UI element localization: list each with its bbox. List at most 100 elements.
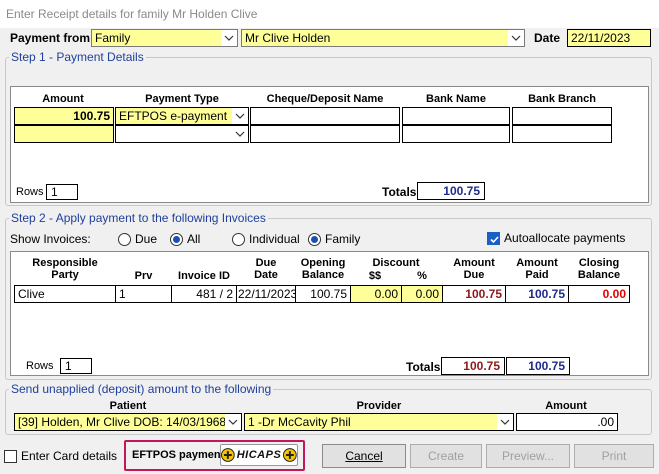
invoice-id-cell[interactable]: 481 / 2 xyxy=(171,285,237,303)
amount-due-cell[interactable]: 100.75 xyxy=(442,285,506,303)
payment-from-label: Payment from xyxy=(10,31,91,45)
col-discount-header: Discount xyxy=(372,257,420,269)
cheque-name-cell[interactable] xyxy=(250,107,400,125)
autoallocate-checkbox[interactable]: Autoallocate payments xyxy=(487,231,625,245)
chevron-down-icon[interactable] xyxy=(232,108,248,124)
chevron-down-icon[interactable] xyxy=(497,414,513,430)
col-provider-header: Provider xyxy=(356,400,402,412)
patient-select[interactable]: [39] Holden, Mr Clive DOB: 14/03/1968 xyxy=(14,413,242,431)
radio-individual-label: Individual xyxy=(249,232,300,246)
col-responsible-header: Responsible Party xyxy=(32,257,98,281)
bank-name-cell-empty[interactable] xyxy=(402,125,510,143)
col-closing-header: Closing Balance xyxy=(577,257,621,281)
amount-paid-cell[interactable]: 100.75 xyxy=(505,285,569,303)
due-date-cell[interactable]: 22/11/2023 xyxy=(236,285,296,303)
payment-from-type-select[interactable]: Family xyxy=(91,29,238,47)
provider-value: 1 -Dr McCavity Phil xyxy=(248,415,351,429)
step2-rows-label: Rows xyxy=(26,360,54,372)
radio-circle-selected[interactable] xyxy=(170,232,183,246)
closing-balance-cell[interactable]: 0.00 xyxy=(568,285,630,303)
radio-circle[interactable] xyxy=(232,232,245,246)
radio-due-label: Due xyxy=(135,232,158,246)
step1-totals-value: 100.75 xyxy=(417,182,485,200)
radio-all[interactable]: All xyxy=(170,232,200,246)
create-button[interactable]: Create xyxy=(410,444,482,468)
window-title: Enter Receipt details for family Mr Hold… xyxy=(0,0,659,28)
step2-totals-due: 100.75 xyxy=(441,357,505,375)
radio-due[interactable]: Due xyxy=(118,232,157,246)
hicaps-button[interactable]: HICAPS xyxy=(220,444,298,466)
col-prv-header: Prv xyxy=(134,270,153,282)
hicaps-cross-icon xyxy=(283,448,297,462)
col-invoice-id-header: Invoice ID xyxy=(178,270,230,282)
col-amount-paid-header: Amount Paid xyxy=(516,257,558,281)
enter-card-details-checkbox[interactable]: Enter Card details xyxy=(4,449,117,463)
payment-from-type-value: Family xyxy=(95,31,131,45)
chevron-down-icon[interactable] xyxy=(225,414,241,430)
step1-rows-field[interactable]: 1 xyxy=(46,184,78,200)
cheque-name-cell-empty[interactable] xyxy=(250,125,400,143)
cancel-button-label: Cancel xyxy=(345,449,383,463)
amount-cell[interactable]: 100.75 xyxy=(14,107,114,125)
col-disc-pct-header: % xyxy=(417,270,427,282)
col-bank-name-header: Bank Name xyxy=(426,93,486,105)
chevron-down-icon[interactable] xyxy=(508,30,524,46)
preview-button[interactable]: Preview... xyxy=(486,444,570,468)
checkbox-checked-icon[interactable] xyxy=(487,231,500,245)
enter-card-details-label: Enter Card details xyxy=(21,449,118,463)
col-bank-branch-header: Bank Branch xyxy=(528,93,596,105)
step2-totals-label: Totals xyxy=(406,360,441,374)
col-disc-dollars-header: $$ xyxy=(368,270,382,282)
col-due-date-header: Due Date xyxy=(254,257,278,281)
chevron-down-icon[interactable] xyxy=(232,126,248,142)
provider-select[interactable]: 1 -Dr McCavity Phil xyxy=(244,413,514,431)
discount-pct-cell[interactable]: 0.00 xyxy=(401,285,443,303)
date-label: Date xyxy=(534,31,561,45)
party-cell[interactable]: Clive xyxy=(14,285,116,303)
bank-branch-cell[interactable] xyxy=(512,107,612,125)
date-field[interactable]: 22/11/2023 xyxy=(567,29,651,47)
prv-cell[interactable]: 1 xyxy=(115,285,172,303)
cancel-button[interactable]: Cancel xyxy=(322,444,406,468)
bank-branch-cell-empty[interactable] xyxy=(512,125,612,143)
bank-name-cell[interactable] xyxy=(402,107,510,125)
step2-rows-field[interactable]: 1 xyxy=(60,358,92,374)
radio-family[interactable]: Family xyxy=(308,232,360,246)
eftpos-payment-label: EFTPOS payment xyxy=(132,449,225,461)
show-invoices-label: Show Invoices: xyxy=(10,232,91,246)
col-opening-header: Opening Balance xyxy=(300,257,346,281)
payment-type-select[interactable]: EFTPOS e-payment xyxy=(115,107,249,125)
patient-value: [39] Holden, Mr Clive DOB: 14/03/1968 xyxy=(18,415,227,429)
unapplied-legend: Send unapplied (deposit) amount to the f… xyxy=(9,382,274,396)
hicaps-cross-icon xyxy=(221,448,235,462)
step2-legend: Step 2 - Apply payment to the following … xyxy=(9,211,268,225)
checkbox-icon[interactable] xyxy=(4,449,17,463)
chevron-down-icon[interactable] xyxy=(221,30,237,46)
radio-circle-selected[interactable] xyxy=(308,232,321,246)
col-cheque-header: Cheque/Deposit Name xyxy=(266,93,384,105)
payment-from-name-value: Mr Clive Holden xyxy=(245,31,331,45)
col-payment-type-header: Payment Type xyxy=(145,93,219,105)
discount-dollars-cell[interactable]: 0.00 xyxy=(350,285,402,303)
radio-all-label: All xyxy=(187,232,201,246)
payment-type-select-empty[interactable] xyxy=(115,125,249,143)
payment-type-value: EFTPOS e-payment xyxy=(119,109,228,123)
autoallocate-label: Autoallocate payments xyxy=(504,231,626,245)
unapplied-amount-field[interactable]: .00 xyxy=(516,413,618,431)
col-unapplied-amount-header: Amount xyxy=(545,400,587,412)
amount-cell-empty[interactable] xyxy=(14,125,114,143)
step1-legend: Step 1 - Payment Details xyxy=(9,50,146,64)
step1-totals-label: Totals xyxy=(382,185,417,199)
radio-individual[interactable]: Individual xyxy=(232,232,300,246)
print-button[interactable]: Print xyxy=(574,444,654,468)
radio-circle[interactable] xyxy=(118,232,131,246)
hicaps-logo-text: HICAPS xyxy=(236,449,282,461)
payment-from-name-select[interactable]: Mr Clive Holden xyxy=(241,29,525,47)
opening-balance-cell[interactable]: 100.75 xyxy=(295,285,351,303)
col-amount-header: Amount xyxy=(42,93,84,105)
step2-totals-paid: 100.75 xyxy=(506,357,570,375)
radio-family-label: Family xyxy=(325,232,361,246)
col-patient-header: Patient xyxy=(109,400,147,412)
step1-rows-label: Rows xyxy=(16,186,44,198)
col-amount-due-header: Amount Due xyxy=(453,257,495,281)
